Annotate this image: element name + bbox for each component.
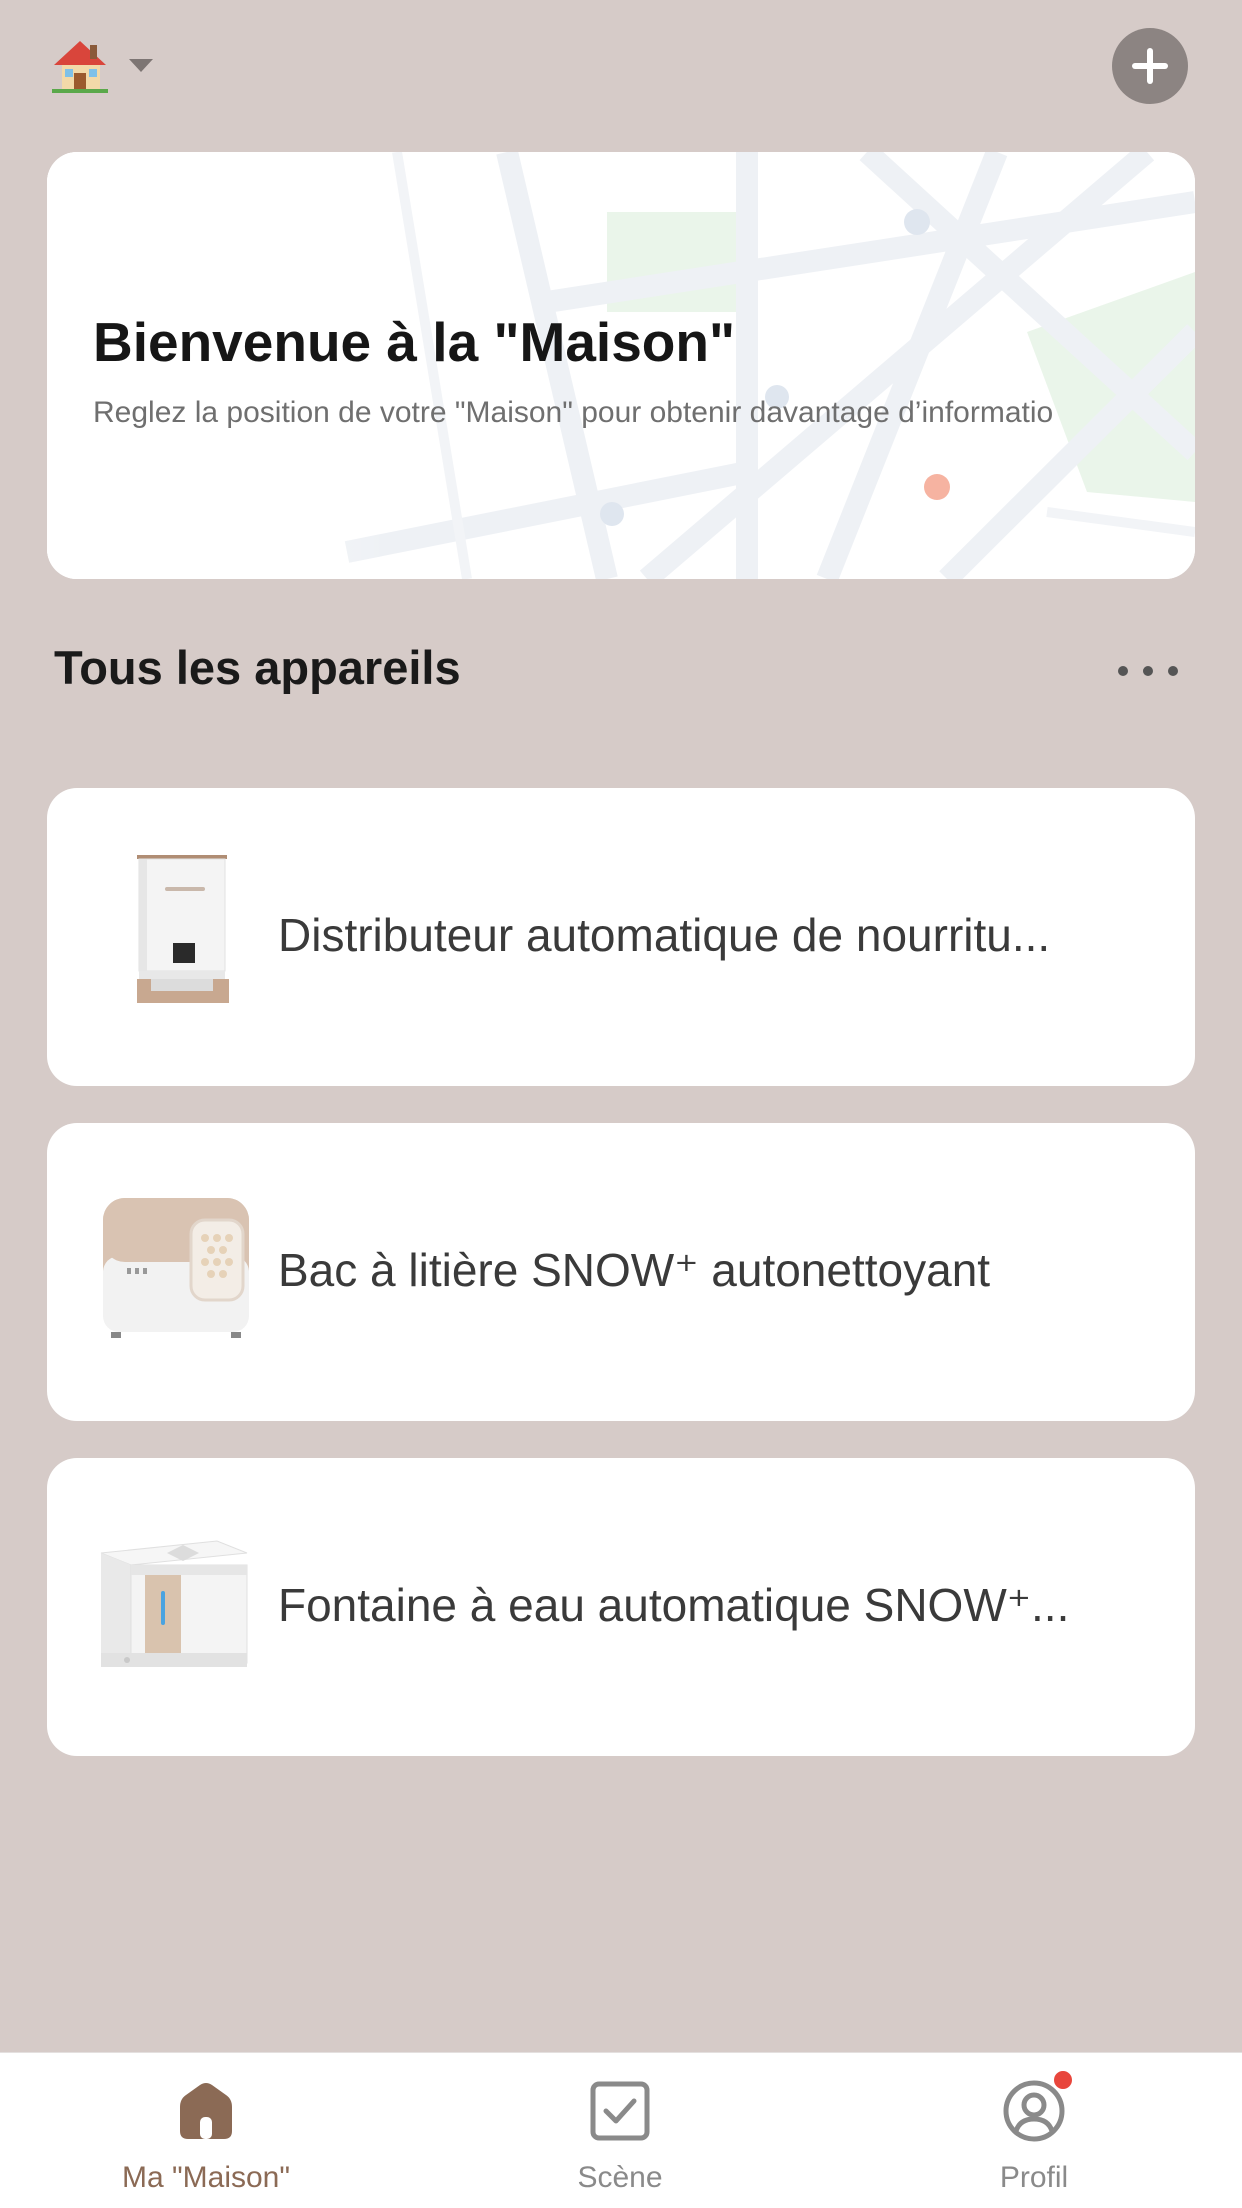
welcome-title: Bienvenue à la "Maison" — [93, 311, 736, 373]
section-title: Tous les appareils — [54, 641, 461, 694]
welcome-subtitle: Reglez la position de votre "Maison" pou… — [93, 396, 1054, 429]
welcome-card[interactable]: Bienvenue à la "Maison" Reglez la positi… — [47, 152, 1195, 579]
more-horizontal-icon — [1143, 666, 1153, 676]
more-horizontal-icon — [1168, 666, 1178, 676]
more-options-button[interactable] — [1118, 656, 1178, 686]
chevron-down-icon — [129, 59, 153, 72]
plus-icon — [1132, 48, 1168, 84]
add-button[interactable] — [1112, 28, 1188, 104]
water-fountain-image — [100, 1540, 248, 1667]
tab-label: Ma "Maison" — [121, 2161, 291, 2194]
tab-label: Profil — [999, 2161, 1069, 2194]
bottom-tab-bar: Ma "Maison" Scène Profil — [0, 2052, 1242, 2208]
litter-box-image — [103, 1198, 249, 1338]
tab-label: Scène — [577, 2161, 663, 2194]
more-horizontal-icon — [1118, 666, 1128, 676]
tab-scene[interactable]: Scène — [500, 2053, 740, 2208]
home-switcher[interactable] — [48, 30, 156, 100]
scene-checkbox-icon — [590, 2081, 650, 2141]
device-card-food-dispenser[interactable]: Distributeur automatique de nourritu... — [47, 788, 1195, 1086]
device-card-litter-box[interactable]: Bac à litière SNOW⁺ autonettoyant — [47, 1123, 1195, 1421]
device-name: Fontaine à eau automatique SNOW⁺... — [278, 1579, 1070, 1631]
device-card-water-fountain[interactable]: Fontaine à eau automatique SNOW⁺... — [47, 1458, 1195, 1756]
tab-home[interactable]: Ma "Maison" — [86, 2053, 326, 2208]
home-icon — [180, 2083, 232, 2139]
device-name: Distributeur automatique de nourritu... — [278, 909, 1051, 961]
top-bar — [0, 0, 1242, 140]
house-icon — [52, 41, 108, 93]
device-name: Bac à litière SNOW⁺ autonettoyant — [278, 1244, 991, 1296]
food-dispenser-image — [137, 855, 229, 1003]
notification-badge — [1052, 2069, 1074, 2091]
tab-profile[interactable]: Profil — [914, 2053, 1154, 2208]
